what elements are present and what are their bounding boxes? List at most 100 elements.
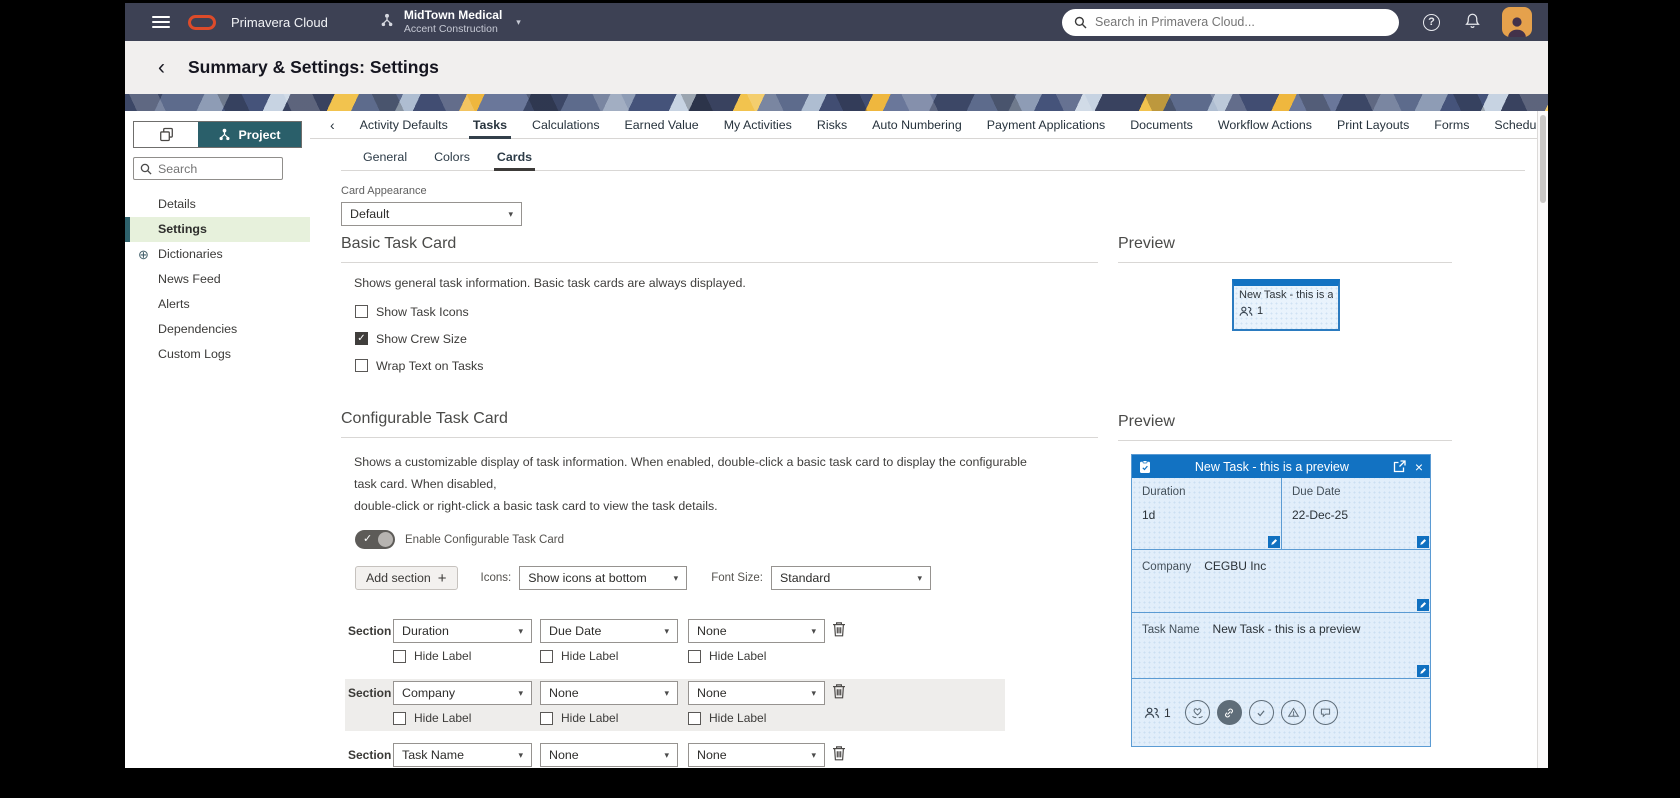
checkbox-unchecked[interactable] [540, 712, 553, 725]
hide-label-checkbox[interactable]: Hide Label [540, 649, 618, 663]
sidebar-item-details[interactable]: Details [125, 192, 310, 217]
sidebar-item-settings[interactable]: Settings [125, 217, 310, 242]
icons-position-select[interactable]: Show icons at bottom ▾ [519, 566, 687, 590]
font-size-select[interactable]: Standard ▾ [771, 566, 931, 590]
tab-payment-applications[interactable]: Payment Applications [987, 111, 1105, 139]
subtab-colors[interactable]: Colors [434, 147, 470, 171]
hide-label-checkbox[interactable]: Hide Label [540, 711, 618, 725]
tab-documents[interactable]: Documents [1130, 111, 1193, 139]
section-1-field-3-select[interactable]: None▾ [688, 619, 825, 643]
hide-label-checkbox[interactable]: Hide Label [688, 649, 766, 663]
search-icon [1074, 16, 1087, 29]
check-icon[interactable] [1249, 700, 1274, 725]
hamburger-menu-icon[interactable] [152, 16, 170, 28]
field-value: None [549, 748, 579, 762]
tab-auto-numbering[interactable]: Auto Numbering [872, 111, 962, 139]
checkbox-unchecked[interactable] [393, 650, 406, 663]
preview-company-row[interactable]: Company CEGBU Inc [1132, 550, 1430, 613]
settings-tabstrip: ‹ Activity Defaults Tasks Calculations E… [310, 111, 1537, 139]
delete-section-icon[interactable] [832, 621, 846, 642]
section-3-field-1-select[interactable]: Task Name▾ [393, 743, 532, 767]
tab-earned-value[interactable]: Earned Value [625, 111, 699, 139]
checkbox-checked[interactable] [355, 332, 368, 345]
hide-label-checkbox[interactable]: Hide Label [688, 711, 766, 725]
sidebar-item-alerts[interactable]: Alerts [125, 292, 310, 317]
tab-risks[interactable]: Risks [817, 111, 847, 139]
checkbox-show-task-icons[interactable]: Show Task Icons [355, 303, 1098, 320]
hide-label-text: Hide Label [709, 711, 766, 725]
user-avatar[interactable] [1502, 7, 1532, 37]
card-appearance-select[interactable]: Default ▾ [341, 202, 522, 226]
scrollbar-track[interactable] [1537, 111, 1548, 768]
delete-section-icon[interactable] [832, 683, 846, 704]
tab-tasks[interactable]: Tasks [473, 111, 507, 139]
global-search[interactable] [1062, 9, 1399, 36]
tabs-scroll-left-icon[interactable]: ‹ [330, 117, 335, 133]
sidebar-item-custom-logs[interactable]: Custom Logs [125, 342, 310, 367]
subtab-cards[interactable]: Cards [497, 147, 532, 171]
checkbox-unchecked[interactable] [393, 712, 406, 725]
tab-workflow-actions[interactable]: Workflow Actions [1218, 111, 1312, 139]
context-switcher[interactable]: MidTown Medical Accent Construction [404, 9, 502, 35]
toggle-knob[interactable] [378, 532, 393, 547]
add-section-button[interactable]: Add section + [355, 566, 458, 590]
sidebar-item-dependencies[interactable]: Dependencies [125, 317, 310, 342]
tab-print-layouts[interactable]: Print Layouts [1337, 111, 1409, 139]
chevron-down-icon[interactable]: ▾ [516, 17, 521, 28]
hide-label-checkbox[interactable]: Hide Label [393, 711, 471, 725]
section-3-field-2-select[interactable]: None▾ [540, 743, 678, 767]
notifications-bell-icon[interactable] [1464, 11, 1481, 34]
subtab-general[interactable]: General [363, 147, 407, 171]
edit-pencil-icon[interactable] [1268, 536, 1280, 548]
back-chevron-icon[interactable]: ‹ [158, 57, 165, 78]
tab-calculations[interactable]: Calculations [532, 111, 600, 139]
scrollbar-thumb[interactable] [1540, 115, 1546, 203]
expand-plus-icon[interactable]: ⊕ [138, 242, 149, 267]
configurable-task-card-preview: New Task - this is a preview × Duration … [1131, 454, 1431, 747]
tab-forms[interactable]: Forms [1434, 111, 1469, 139]
preview-task-name-row[interactable]: Task Name New Task - this is a preview [1132, 613, 1430, 679]
checkbox-label: Show Task Icons [376, 305, 469, 319]
link-icon[interactable] [1217, 700, 1242, 725]
tab-activity-defaults[interactable]: Activity Defaults [360, 111, 448, 139]
checkbox-show-crew-size[interactable]: Show Crew Size [355, 330, 1098, 347]
warning-icon[interactable] [1281, 700, 1306, 725]
section-2-field-2-select[interactable]: None▾ [540, 681, 678, 705]
enable-configurable-toggle[interactable]: ✓ [355, 530, 395, 549]
edit-pencil-icon[interactable] [1417, 665, 1429, 677]
sidebar-item-dictionaries[interactable]: ⊕ Dictionaries [125, 242, 310, 267]
edit-pencil-icon[interactable] [1417, 599, 1429, 611]
checkbox-unchecked[interactable] [688, 712, 701, 725]
project-scope-button[interactable]: Project [198, 122, 301, 147]
section-3-field-3-select[interactable]: None▾ [688, 743, 825, 767]
checkbox-unchecked[interactable] [355, 359, 368, 372]
hide-label-checkbox[interactable]: Hide Label [393, 649, 471, 663]
section-2-field-3-select[interactable]: None▾ [688, 681, 825, 705]
tab-my-activities[interactable]: My Activities [724, 111, 792, 139]
checkbox-unchecked[interactable] [540, 650, 553, 663]
section-1-field-2-select[interactable]: Due Date▾ [540, 619, 678, 643]
sidebar-search[interactable] [133, 157, 283, 180]
basic-task-card-preview: New Task - this is a p 1 [1232, 279, 1340, 331]
sidebar-search-input[interactable] [158, 162, 276, 176]
close-icon[interactable]: × [1415, 460, 1423, 474]
delete-section-icon[interactable] [832, 745, 846, 766]
section-1-field-1-select[interactable]: Duration▾ [393, 619, 532, 643]
workspace-scope-button[interactable] [134, 122, 198, 147]
hands-heart-icon[interactable] [1185, 700, 1210, 725]
open-in-new-icon[interactable] [1393, 460, 1406, 473]
comment-icon[interactable] [1313, 700, 1338, 725]
font-size-label: Font Size: [711, 572, 763, 584]
checkbox-unchecked[interactable] [688, 650, 701, 663]
icons-position-value: Show icons at bottom [528, 571, 646, 585]
preview-due-date-cell[interactable]: Due Date 22-Dec-25 [1281, 478, 1430, 549]
checkbox-wrap-text-on-tasks[interactable]: Wrap Text on Tasks [355, 357, 1098, 374]
preview-duration-cell[interactable]: Duration 1d [1132, 478, 1281, 549]
checkbox-unchecked[interactable] [355, 305, 368, 318]
sidebar-item-news-feed[interactable]: News Feed [125, 267, 310, 292]
help-icon[interactable] [1423, 14, 1440, 31]
section-2-field-1-select[interactable]: Company▾ [393, 681, 532, 705]
company-value: CEGBU Inc [1204, 559, 1266, 573]
global-search-input[interactable] [1095, 15, 1387, 29]
edit-pencil-icon[interactable] [1417, 536, 1429, 548]
